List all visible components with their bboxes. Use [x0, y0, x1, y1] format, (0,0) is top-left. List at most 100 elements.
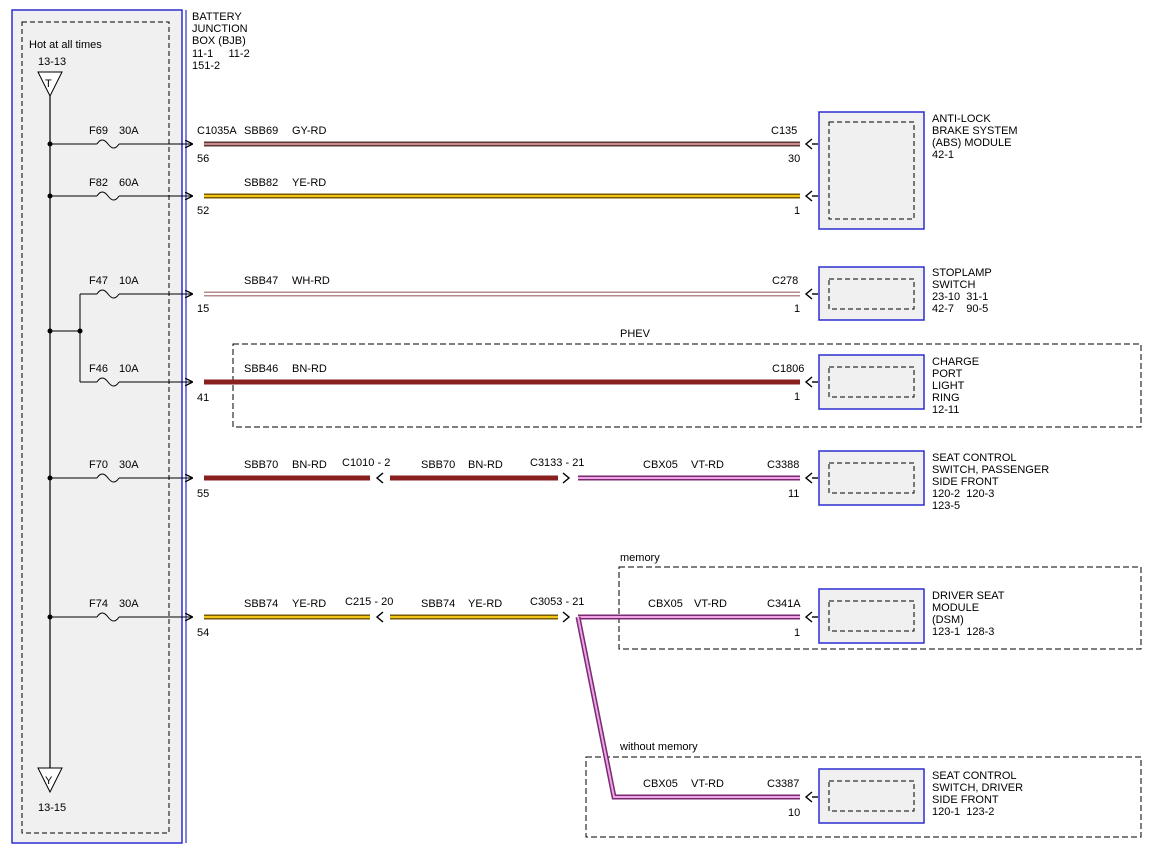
svg-text:SWITCH, PASSENGER: SWITCH, PASSENGER	[932, 464, 1049, 476]
svg-text:120-2 120-3: 120-2 120-3	[932, 488, 994, 500]
svg-text:SBB70: SBB70	[244, 459, 278, 471]
connector-c1806: C1806	[772, 363, 804, 375]
svg-text:SIDE FRONT: SIDE FRONT	[932, 794, 999, 806]
fuse-f74: F74	[89, 598, 108, 610]
svg-text:SWITCH, DRIVER: SWITCH, DRIVER	[932, 782, 1023, 794]
top-ref: 13-13	[38, 56, 66, 68]
option-boxes	[232, 343, 1142, 838]
svg-text:41: 41	[197, 392, 209, 404]
svg-text:SIDE FRONT: SIDE FRONT	[932, 476, 999, 488]
svg-text:120-1 123-2: 120-1 123-2	[932, 806, 994, 818]
wire-labels: C1035A SBB69 GY-RD C135 30 SBB82 YE-RD 1…	[197, 125, 804, 819]
svg-text:SBB69: SBB69	[244, 125, 278, 137]
svg-text:123-1 128-3: 123-1 128-3	[932, 626, 994, 638]
without-memory-label: without memory	[619, 741, 698, 753]
svg-text:STOPLAMP: STOPLAMP	[932, 267, 992, 279]
svg-text:55: 55	[197, 488, 209, 500]
svg-text:BN-RD: BN-RD	[292, 459, 327, 471]
svg-text:SBB46: SBB46	[244, 363, 278, 375]
svg-text:CBX05: CBX05	[643, 778, 678, 790]
svg-text:PORT: PORT	[932, 368, 963, 380]
svg-text:SEAT CONTROL: SEAT CONTROL	[932, 770, 1017, 782]
svg-text:SBB74: SBB74	[244, 598, 278, 610]
fuse-f82: F82	[89, 177, 108, 189]
svg-text:60A: 60A	[119, 177, 139, 189]
svg-text:(ABS) MODULE: (ABS) MODULE	[932, 137, 1011, 149]
svg-text:SEAT CONTROL: SEAT CONTROL	[932, 452, 1017, 464]
svg-text:LIGHT: LIGHT	[932, 380, 965, 392]
svg-text:VT-RD: VT-RD	[691, 778, 724, 790]
svg-text:15: 15	[197, 303, 209, 315]
fuse-f46: F46	[89, 363, 108, 375]
memory-label: memory	[620, 552, 660, 564]
svg-text:(DSM): (DSM)	[932, 614, 964, 626]
svg-text:10A: 10A	[119, 275, 139, 287]
svg-text:1: 1	[794, 303, 800, 315]
svg-text:WH-RD: WH-RD	[292, 275, 330, 287]
svg-text:11: 11	[788, 488, 799, 500]
svg-text:54: 54	[197, 627, 209, 639]
svg-text:BATTERY: BATTERY	[192, 11, 242, 23]
svg-text:52: 52	[197, 205, 209, 217]
module-charge-port-light-ring: CHARGE PORT LIGHT RING 12-11	[818, 354, 979, 416]
module-connectors	[804, 138, 818, 803]
svg-text:MODULE: MODULE	[932, 602, 979, 614]
module-seat-control-switch-driver: SEAT CONTROL SWITCH, DRIVER SIDE FRONT 1…	[818, 768, 1023, 824]
svg-text:23-10 31-1: 23-10 31-1	[932, 291, 988, 303]
svg-text:151-2: 151-2	[192, 60, 220, 72]
module-abs: ANTI-LOCK BRAKE SYSTEM (ABS) MODULE 42-1	[818, 111, 1018, 230]
svg-text:GY-RD: GY-RD	[292, 125, 326, 137]
svg-text:123-5: 123-5	[932, 500, 960, 512]
svg-text:12-11: 12-11	[932, 404, 959, 416]
svg-text:ANTI-LOCK: ANTI-LOCK	[932, 113, 991, 125]
svg-text:30: 30	[788, 153, 800, 165]
svg-text:42-1: 42-1	[932, 149, 954, 161]
module-driver-seat-module: DRIVER SEAT MODULE (DSM) 123-1 128-3	[818, 588, 1005, 644]
bjb-title: BATTERY JUNCTION BOX (BJB) 11-1 11-2 151…	[192, 11, 250, 72]
svg-text:CBX05: CBX05	[648, 598, 683, 610]
svg-text:CBX05: CBX05	[643, 459, 678, 471]
svg-text:SBB82: SBB82	[244, 177, 278, 189]
connector-c3133: C3133 - 21	[530, 457, 584, 469]
connector-c341a: C341A	[767, 598, 801, 610]
connector-c3053: C3053 - 21	[530, 596, 584, 608]
svg-text:DRIVER SEAT: DRIVER SEAT	[932, 590, 1005, 602]
fuse-f70: F70	[89, 459, 108, 471]
bottom-tag: Y	[45, 775, 53, 787]
svg-text:42-7 90-5: 42-7 90-5	[932, 303, 988, 315]
svg-text:SBB74: SBB74	[421, 598, 455, 610]
svg-text:BOX (BJB): BOX (BJB)	[192, 35, 246, 47]
svg-text:1: 1	[794, 391, 800, 403]
connector-c135: C135	[771, 125, 797, 137]
svg-text:VT-RD: VT-RD	[694, 598, 727, 610]
svg-text:SWITCH: SWITCH	[932, 279, 975, 291]
svg-text:SBB47: SBB47	[244, 275, 278, 287]
svg-text:BRAKE SYSTEM: BRAKE SYSTEM	[932, 125, 1018, 137]
svg-text:BN-RD: BN-RD	[468, 459, 503, 471]
connector-c1010: C1010 - 2	[342, 457, 390, 469]
fuse-f47: F47	[89, 275, 108, 287]
connector-c215: C215 - 20	[345, 596, 393, 608]
connector-c3387: C3387	[767, 778, 799, 790]
svg-text:30A: 30A	[119, 125, 139, 137]
svg-text:BN-RD: BN-RD	[292, 363, 327, 375]
phev-label: PHEV	[620, 328, 651, 340]
module-stoplamp-switch: STOPLAMP SWITCH 23-10 31-1 42-7 90-5	[818, 266, 992, 321]
svg-text:YE-RD: YE-RD	[292, 177, 326, 189]
svg-text:1: 1	[794, 627, 800, 639]
svg-text:10A: 10A	[119, 363, 139, 375]
connector-c278: C278	[772, 275, 798, 287]
connector-c1035a: C1035A	[197, 125, 237, 137]
svg-text:YE-RD: YE-RD	[292, 598, 326, 610]
svg-text:1: 1	[794, 205, 800, 217]
svg-text:56: 56	[197, 153, 209, 165]
fuse-f69: F69	[89, 125, 108, 137]
hot-at-all-times-label: Hot at all times	[29, 39, 102, 51]
svg-text:VT-RD: VT-RD	[691, 459, 724, 471]
svg-text:YE-RD: YE-RD	[468, 598, 502, 610]
svg-text:RING: RING	[932, 392, 960, 404]
bottom-ref: 13-15	[38, 802, 66, 814]
svg-text:30A: 30A	[119, 459, 139, 471]
svg-text:JUNCTION: JUNCTION	[192, 23, 248, 35]
connector-c3388: C3388	[767, 459, 799, 471]
